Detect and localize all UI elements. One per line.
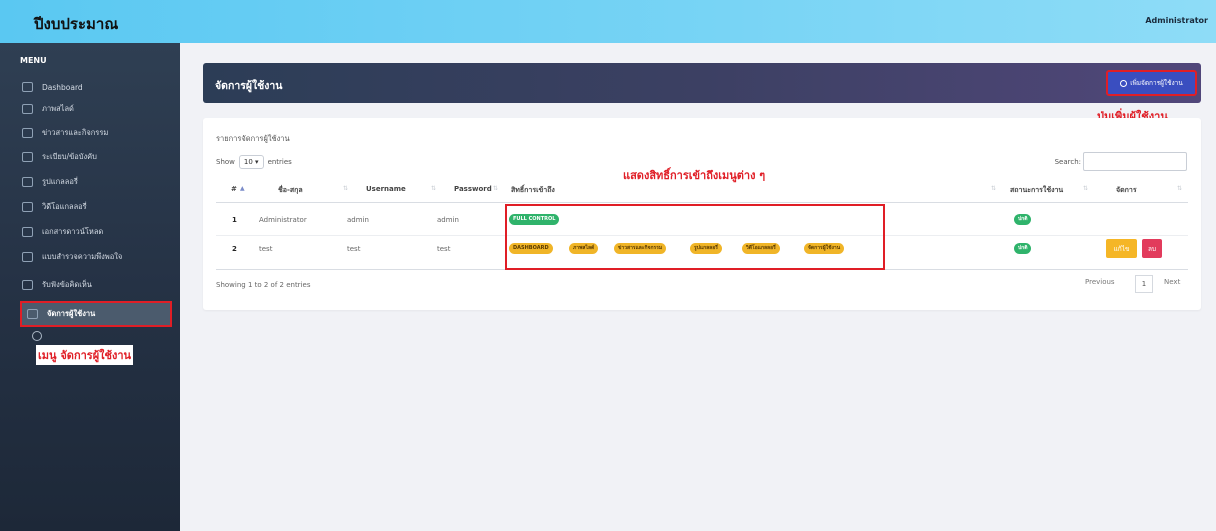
sidebar-item-label: รูปแกลลอรี่: [42, 177, 78, 186]
row1-no: 1: [232, 216, 237, 224]
sidebar-item-news[interactable]: ข่าวสารและกิจกรรม: [22, 122, 172, 144]
sort-icon: ⇅: [343, 185, 349, 192]
sort-icon: ⇅: [493, 185, 499, 192]
sidebar-item-slides[interactable]: ภาพสไลด์: [22, 98, 172, 120]
col-header-name[interactable]: ชื่อ-สกุล: [278, 185, 303, 196]
chevron-down-icon: ▾: [255, 158, 259, 166]
sort-icon: ⇅: [1177, 185, 1183, 192]
sidebar-item-feedback[interactable]: รับฟังข้อคิดเห็น: [22, 274, 172, 296]
row1-username: admin: [347, 216, 369, 224]
row2-no: 2: [232, 245, 237, 253]
logout-icon[interactable]: [32, 331, 42, 341]
status-badge: ปกติ: [1014, 243, 1032, 254]
image-icon: [22, 104, 33, 114]
sidebar-item-label: รับฟังข้อคิดเห็น: [42, 280, 92, 289]
sort-icon: ⇅: [1083, 185, 1089, 192]
add-user-label: เพิ่มจัดการผู้ใช้งาน: [1130, 79, 1183, 87]
monitor-icon: [22, 82, 33, 92]
bulb-icon: [22, 152, 33, 162]
sidebar-item-label: เอกสารดาวน์โหลด: [42, 227, 104, 236]
permission-annotation: แสดงสิทธิ์การเข้าถึงเมนูต่าง ๆ: [623, 169, 766, 182]
edit-button[interactable]: แก้ไข: [1106, 239, 1137, 258]
user-menu[interactable]: Administrator: [1145, 16, 1208, 25]
download-icon: [22, 227, 33, 237]
col-header-permissions[interactable]: สิทธิ์การเข้าถึง: [511, 185, 555, 196]
row2-username: test: [347, 245, 361, 253]
news-icon: [22, 128, 33, 138]
brand-title[interactable]: ปีงบประมาณ: [34, 12, 118, 36]
row1-password: admin: [437, 216, 459, 224]
search-filter: Search:: [1055, 152, 1187, 171]
pagination-next[interactable]: Next: [1164, 278, 1180, 286]
search-input[interactable]: [1083, 152, 1187, 171]
sidebar-item-downloads[interactable]: เอกสารดาวน์โหลด: [22, 221, 172, 243]
sidebar-item-survey[interactable]: แบบสำรวจความพึงพอใจ: [22, 246, 172, 268]
col-header-actions[interactable]: จัดการ: [1116, 185, 1137, 196]
col-header-username[interactable]: Username: [366, 185, 406, 193]
survey-icon: [22, 252, 33, 262]
sort-icon: ⇅: [431, 185, 437, 192]
sidebar-item-label: Dashboard: [42, 82, 83, 92]
header-divider: [216, 202, 1188, 203]
sidebar-item-label: ภาพสไลด์: [42, 104, 74, 113]
pagination-page-1[interactable]: 1: [1135, 275, 1153, 293]
col-header-status[interactable]: สถานะการใช้งาน: [1010, 185, 1063, 196]
sort-icon: ⇅: [991, 185, 997, 192]
permission-highlight-box: [505, 204, 885, 270]
sidebar-item-dashboard[interactable]: Dashboard: [22, 76, 172, 98]
sidebar-item-label: แบบสำรวจความพึงพอใจ: [42, 252, 123, 261]
gallery-icon: [22, 177, 33, 187]
page-header: จัดการผู้ใช้งาน เพิ่มจัดการผู้ใช้งาน: [203, 63, 1201, 103]
sidebar-item-label: วิดีโอแกลลอรี่: [42, 202, 87, 211]
row1-name: Administrator: [259, 216, 307, 224]
col-header-no[interactable]: #: [231, 185, 237, 193]
delete-button[interactable]: ลบ: [1142, 239, 1162, 258]
video-icon: [22, 202, 33, 212]
status-badge: ปกติ: [1014, 214, 1032, 225]
entries-select[interactable]: 10 ▾: [238, 155, 264, 169]
search-label: Search:: [1054, 157, 1081, 166]
card-title: รายการจัดการผู้ใช้งาน: [216, 134, 290, 143]
sort-asc-icon: ▲: [240, 185, 245, 192]
phone-icon: [22, 280, 33, 290]
sidebar-item-gallery[interactable]: รูปแกลลอรี่: [22, 171, 172, 193]
sidebar-item-label: ข่าวสารและกิจกรรม: [42, 128, 109, 137]
entries-label: entries: [267, 158, 292, 166]
sidebar-item-regulations[interactable]: ระเบียบ/ข้อบังคับ: [22, 146, 172, 168]
table-info: Showing 1 to 2 of 2 entries: [216, 281, 311, 289]
plus-circle-icon: [1120, 79, 1128, 87]
sidebar-item-label: ระเบียบ/ข้อบังคับ: [42, 152, 97, 161]
pagination-previous[interactable]: Previous: [1085, 278, 1115, 286]
menu-annotation: เมนู จัดการผู้ใช้งาน: [36, 345, 134, 365]
col-header-password[interactable]: Password: [454, 185, 492, 193]
row2-name: test: [259, 245, 273, 253]
user-table-card: รายการจัดการผู้ใช้งาน Show 10 ▾ entries …: [203, 118, 1201, 310]
top-bar: ปีงบประมาณ Administrator: [0, 0, 1216, 43]
menu-highlight-box: [20, 301, 172, 327]
sidebar-item-video[interactable]: วิดีโอแกลลอรี่: [22, 196, 172, 218]
show-label: Show: [216, 158, 235, 166]
row2-password: test: [437, 245, 451, 253]
entries-length: Show 10 ▾ entries: [216, 155, 292, 169]
add-user-button[interactable]: เพิ่มจัดการผู้ใช้งาน: [1106, 70, 1197, 96]
page-title: จัดการผู้ใช้งาน: [215, 80, 283, 92]
menu-heading: MENU: [20, 56, 47, 65]
